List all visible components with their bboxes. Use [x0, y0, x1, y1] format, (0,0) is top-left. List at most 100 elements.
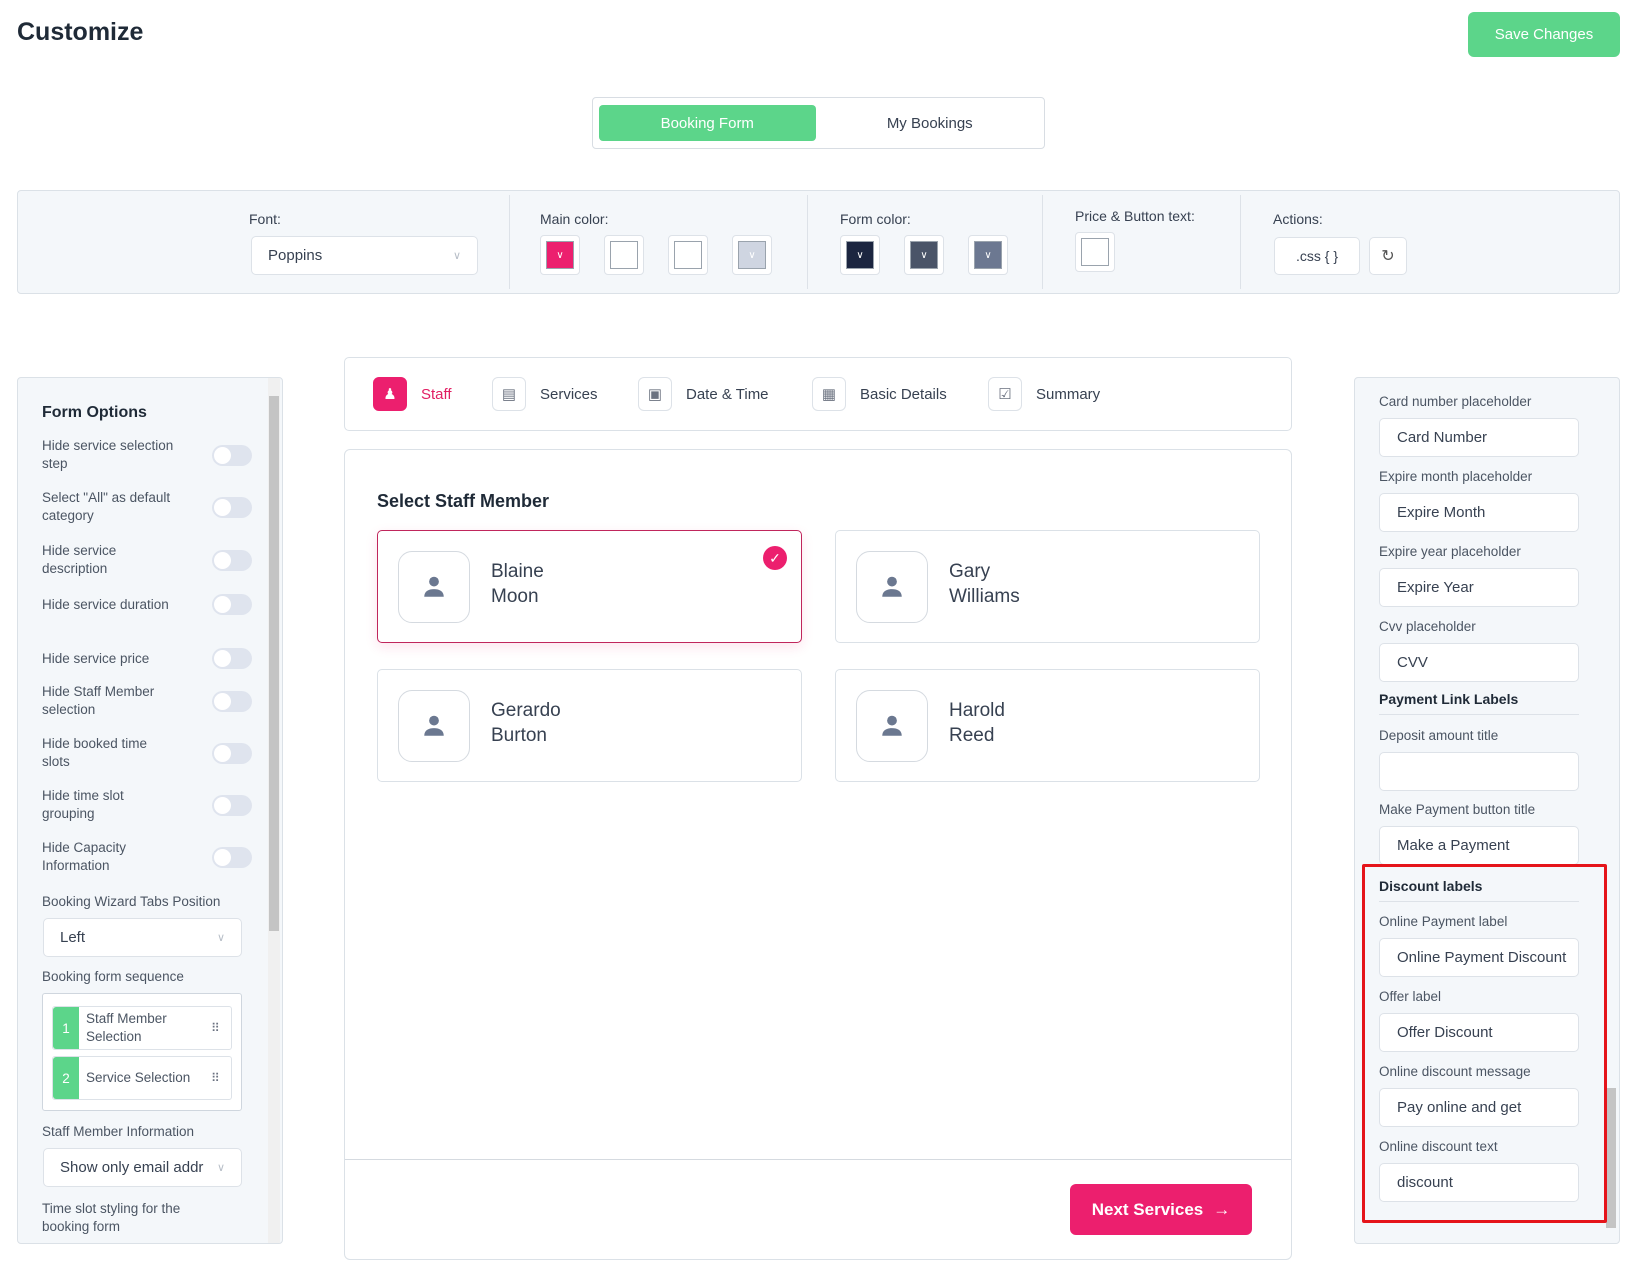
- tab-my-bookings[interactable]: My Bookings: [822, 105, 1039, 141]
- booking-sequence-list: 1 Staff Member Selection ⠿ 2 Service Select…: [42, 993, 242, 1111]
- toggle-row: Hide service description: [42, 542, 252, 578]
- main-color-swatch-1[interactable]: ∨: [540, 235, 580, 275]
- cvv-input[interactable]: CVV: [1379, 643, 1579, 682]
- step-label: Summary: [1036, 385, 1101, 403]
- staff-info-label: Staff Member Information: [42, 1124, 195, 1139]
- user-avatar-icon: [398, 551, 470, 623]
- step-label: Services: [540, 385, 598, 403]
- scrollbar-thumb[interactable]: [1606, 1088, 1616, 1228]
- staff-card[interactable]: Harold Reed: [835, 669, 1260, 782]
- arrow-right-icon: →: [1213, 1199, 1231, 1219]
- drag-handle-icon[interactable]: ⠿: [211, 1021, 231, 1035]
- time-slot-label: Time slot styling for the booking form: [42, 1201, 181, 1234]
- field-cvv: Cvv placeholder CVV: [1379, 619, 1579, 682]
- user-avatar-icon: [398, 690, 470, 762]
- staff-card[interactable]: Gerardo Burton: [377, 669, 802, 782]
- staff-last-name: Reed: [949, 725, 995, 746]
- toggle-switch[interactable]: [212, 594, 252, 615]
- sequence-item[interactable]: 2 Service Selection ⠿: [52, 1056, 232, 1100]
- toggle-switch[interactable]: [212, 690, 252, 712]
- staff-card[interactable]: Blaine Moon ✓: [377, 530, 802, 643]
- field-expire-year: Expire year placeholder Expire Year: [1379, 544, 1579, 607]
- staff-last-name: Burton: [491, 725, 547, 746]
- main-color-swatch-2[interactable]: [604, 235, 644, 275]
- step-label: Staff: [421, 385, 452, 403]
- toggle-switch[interactable]: [212, 846, 252, 868]
- staff-first-name: Blaine: [491, 561, 544, 582]
- toggle-switch[interactable]: [212, 742, 252, 764]
- form-color-swatch-1[interactable]: ∨: [840, 235, 880, 275]
- actions-label: Actions:: [1273, 211, 1323, 227]
- field-label: Make Payment button title: [1379, 802, 1536, 817]
- main-color-swatch-4[interactable]: ∨: [732, 235, 772, 275]
- staff-first-name: Gary: [949, 561, 991, 582]
- font-select[interactable]: Poppins ∨: [251, 236, 478, 275]
- card-number-input[interactable]: Card Number: [1379, 418, 1579, 457]
- field-make-payment: Make Payment button title Make a Payment: [1379, 802, 1579, 865]
- refresh-icon[interactable]: ↻: [1369, 237, 1407, 275]
- check-icon: ✓: [763, 546, 787, 570]
- step-summary[interactable]: ☑ Summary: [988, 377, 1100, 411]
- form-options-title: Form Options: [42, 404, 147, 421]
- step-staff[interactable]: ♟ Staff: [373, 377, 452, 411]
- form-color-swatch-3[interactable]: ∨: [968, 235, 1008, 275]
- staff-last-name: Moon: [491, 586, 539, 607]
- calendar-icon: ▣: [638, 377, 672, 411]
- staff-name: Blaine Moon: [491, 559, 544, 609]
- tab-booking-form[interactable]: Booking Form: [599, 105, 816, 141]
- step-services[interactable]: ▤ Services: [492, 377, 598, 411]
- field-card-number: Card number placeholder Card Number: [1379, 394, 1579, 457]
- toggle-switch[interactable]: [212, 794, 252, 816]
- swatch-fill: [1081, 238, 1109, 266]
- toggle-row: Hide Capacity Information: [42, 839, 252, 875]
- scrollbar-thumb[interactable]: [269, 396, 279, 931]
- toggle-switch[interactable]: [212, 648, 252, 669]
- toggle-switch[interactable]: [212, 549, 252, 571]
- sequence-number: 1: [53, 1007, 79, 1049]
- staff-first-name: Gerardo: [491, 700, 561, 721]
- scrollbar[interactable]: [268, 378, 280, 1243]
- step-basic-details[interactable]: ▦ Basic Details: [812, 377, 947, 411]
- chevron-down-icon: ∨: [738, 241, 766, 269]
- step-date-time[interactable]: ▣ Date & Time: [638, 377, 769, 411]
- staff-name: Gary Williams: [949, 559, 1020, 609]
- clipboard-check-icon: ☑: [988, 377, 1022, 411]
- expire-year-input[interactable]: Expire Year: [1379, 568, 1579, 607]
- chevron-down-icon: ∨: [452, 250, 461, 262]
- deposit-title-input[interactable]: [1379, 752, 1579, 791]
- staff-name: Harold Reed: [949, 698, 1005, 748]
- chevron-down-icon: ∨: [546, 241, 574, 269]
- highlight-box: [1362, 864, 1607, 1223]
- expire-month-input[interactable]: Expire Month: [1379, 493, 1579, 532]
- toggle-switch[interactable]: [212, 496, 252, 518]
- chevron-down-icon: ∨: [216, 1162, 225, 1174]
- main-color-swatch-3[interactable]: [668, 235, 708, 275]
- payment-link-heading: Payment Link Labels: [1379, 691, 1579, 715]
- select-staff-title: Select Staff Member: [377, 491, 550, 511]
- sequence-item[interactable]: 1 Staff Member Selection ⠿: [52, 1006, 232, 1050]
- user-avatar-icon: [856, 690, 928, 762]
- form-color-label: Form color:: [840, 211, 911, 227]
- form-color-swatch-2[interactable]: ∨: [904, 235, 944, 275]
- staff-card[interactable]: Gary Williams: [835, 530, 1260, 643]
- next-label: Next Services: [1091, 1199, 1204, 1219]
- select-value: Show only email addr: [60, 1159, 204, 1176]
- step-label: Date & Time: [686, 385, 769, 403]
- drag-handle-icon[interactable]: ⠿: [211, 1071, 231, 1085]
- field-label: Card number placeholder: [1379, 394, 1532, 409]
- swatch-fill: [610, 241, 638, 269]
- tabs-position-select[interactable]: Left ∨: [43, 918, 242, 957]
- toggle-label: Hide service price: [42, 650, 150, 666]
- form-options-panel: Form Options Hide service selection step…: [17, 377, 283, 1244]
- next-services-button[interactable]: Next Services →: [1070, 1184, 1252, 1235]
- sequence-number: 2: [53, 1057, 79, 1099]
- booking-form-preview: Select Staff Member Blaine Moon ✓ Gary Wil…: [344, 449, 1292, 1260]
- price-button-color-swatch[interactable]: [1075, 232, 1115, 272]
- toggle-label: Hide Staff Member selection: [42, 684, 155, 717]
- make-payment-input[interactable]: Make a Payment: [1379, 826, 1579, 865]
- save-changes-button[interactable]: Save Changes: [1468, 12, 1620, 57]
- staff-info-select[interactable]: Show only email addr ∨: [43, 1148, 242, 1187]
- custom-css-button[interactable]: .css { }: [1274, 237, 1360, 275]
- toggle-switch[interactable]: [212, 444, 252, 466]
- sequence-label: Booking form sequence: [42, 969, 184, 984]
